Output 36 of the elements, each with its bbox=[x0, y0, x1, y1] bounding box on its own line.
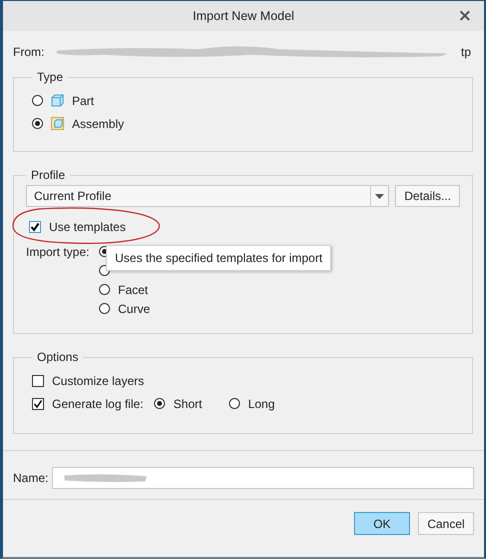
window-title: Import New Model bbox=[192, 9, 294, 23]
group-title: Type bbox=[36, 70, 64, 84]
details-button[interactable]: Details... bbox=[395, 185, 460, 207]
ok-button[interactable]: OK bbox=[354, 512, 410, 535]
option-label: Curve bbox=[118, 302, 150, 316]
path-text: tp bbox=[460, 45, 471, 59]
radio-button[interactable] bbox=[154, 398, 166, 409]
radio-button[interactable] bbox=[229, 398, 240, 409]
checkbox[interactable] bbox=[32, 398, 44, 410]
profile-dropdown[interactable]: Current Profile bbox=[26, 185, 390, 207]
checkbox-label: Use templates bbox=[49, 220, 126, 234]
cancel-button[interactable]: Cancel bbox=[418, 512, 474, 535]
import-type-label: Import type: bbox=[26, 245, 90, 261]
option-label: Part bbox=[72, 94, 94, 108]
option-label: Assembly bbox=[72, 116, 124, 130]
checkbox-label: Customize layers bbox=[52, 374, 144, 388]
cube-icon bbox=[51, 94, 64, 107]
group-title: Profile bbox=[30, 168, 66, 182]
option-label: Short bbox=[173, 396, 202, 410]
radio-button[interactable] bbox=[99, 284, 110, 295]
radio-button[interactable] bbox=[32, 118, 43, 129]
from-label: From: bbox=[13, 45, 44, 59]
option-label: Facet bbox=[118, 282, 148, 296]
close-button[interactable]: × bbox=[454, 6, 476, 26]
group-title: Options bbox=[36, 350, 80, 364]
radio-button[interactable] bbox=[99, 303, 110, 314]
checkbox-label: Generate log file: bbox=[52, 396, 144, 410]
assembly-icon bbox=[51, 117, 64, 130]
name-label: Name: bbox=[13, 471, 48, 485]
radio-button[interactable] bbox=[32, 95, 43, 106]
checkbox[interactable] bbox=[32, 374, 44, 386]
name-field[interactable] bbox=[52, 467, 474, 489]
dropdown-arrow-icon bbox=[375, 194, 384, 198]
option-label: Long bbox=[248, 396, 275, 410]
tooltip: Uses the specified templates for import bbox=[106, 245, 332, 271]
checkbox[interactable] bbox=[29, 220, 41, 232]
